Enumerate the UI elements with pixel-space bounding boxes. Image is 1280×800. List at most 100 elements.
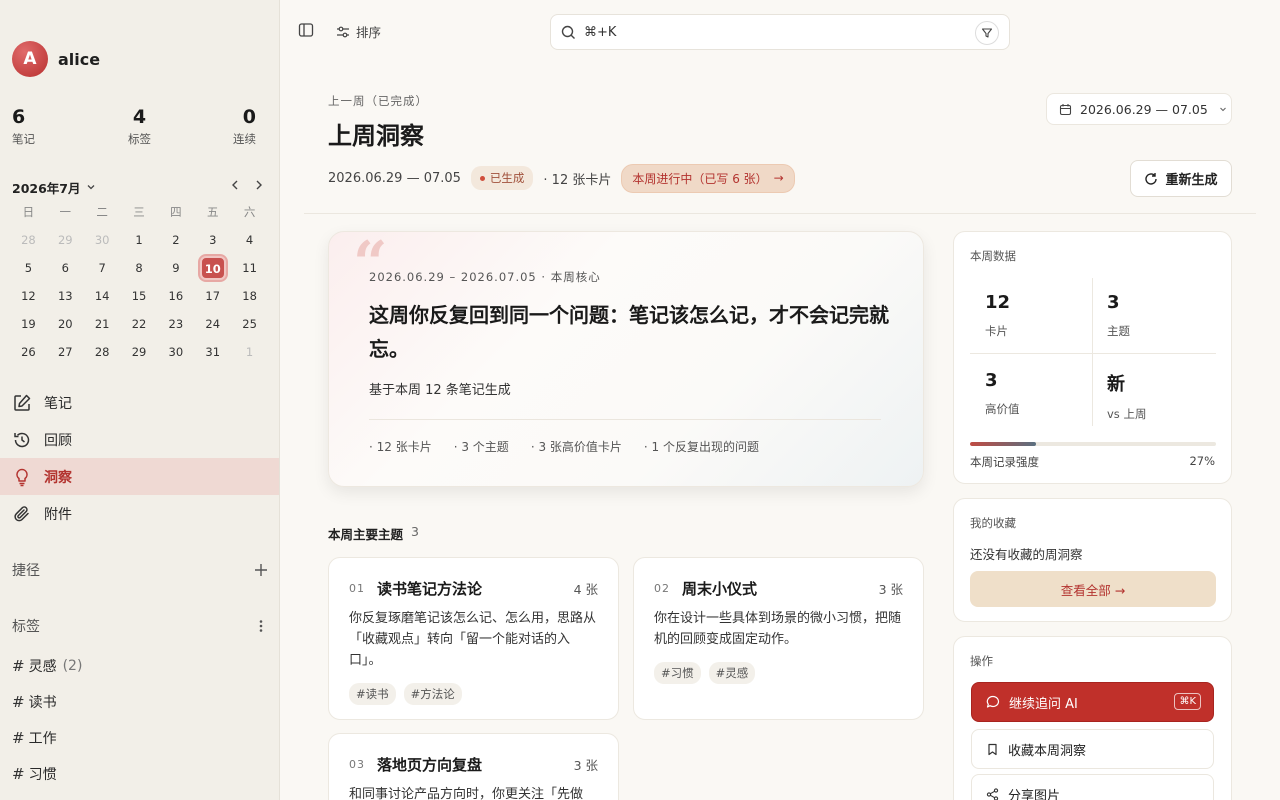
day-number: 1 [135, 233, 143, 247]
nav-item-review[interactable]: 回顾 [0, 421, 279, 458]
sidebar: A alice 6 笔记 4 标签 0 连续 2026年7月 日 一 二 三 四 五 六 2… [0, 0, 280, 800]
regenerate-button[interactable]: 重新生成 [1130, 160, 1232, 197]
ask-ai-button[interactable]: 继续追问 AI ⌘K [971, 682, 1214, 722]
shortcut-badge: ⌘K [1174, 693, 1201, 710]
sidebar-toggle-icon[interactable] [298, 22, 314, 38]
kpi-vs-last-week: 新 vs 上周 [1107, 370, 1146, 422]
day-number: 11 [242, 261, 257, 275]
calendar-day[interactable]: 8 [121, 254, 158, 282]
view-all-button[interactable]: 查看全部 → [970, 571, 1216, 607]
tag-pill[interactable]: #方法论 [403, 683, 462, 705]
weekday-label: 二 [96, 205, 108, 219]
calendar-day[interactable]: 7 [84, 254, 121, 282]
calendar-day[interactable]: 11 [231, 254, 268, 282]
calendar-day[interactable]: 27 [47, 338, 84, 366]
calendar-day[interactable]: 26 [10, 338, 47, 366]
topic-body: 你在设计一些具体到场景的微小习惯，把随机的回顾变成固定动作。 [654, 611, 902, 647]
summary-item: · 1 个反复出现的问题 [643, 440, 759, 454]
user-profile[interactable]: A alice [12, 41, 100, 77]
lightbulb-icon [16, 468, 28, 486]
calendar-day[interactable]: 28 [10, 226, 47, 254]
paperclip-icon [14, 505, 29, 521]
kpi-label: vs 上周 [1107, 407, 1147, 421]
calendar-day[interactable]: 9 [157, 254, 194, 282]
calendar-day[interactable]: 5 [10, 254, 47, 282]
calendar-day[interactable]: 12 [10, 282, 47, 310]
day-number: 12 [21, 289, 36, 303]
calendar-day[interactable]: 21 [84, 310, 121, 338]
tag-pill[interactable]: #习惯 [654, 662, 701, 684]
sort-button[interactable]: 排序 [336, 22, 381, 41]
kpi-topics: 3 主题 [1107, 292, 1130, 339]
search-input[interactable] [584, 24, 964, 40]
tag-list: # 灵感 (2) # 读书 # 工作 # 习惯 [12, 648, 82, 792]
calendar-day[interactable]: 23 [157, 310, 194, 338]
chevron-right-icon[interactable] [252, 178, 266, 192]
calendar-day[interactable]: 6 [47, 254, 84, 282]
calendar-day[interactable]: 13 [47, 282, 84, 310]
calendar-day[interactable]: 1 [231, 338, 268, 366]
weekday-label: 六 [243, 205, 256, 219]
tag-item[interactable]: # 习惯 [12, 756, 82, 792]
date-range-picker[interactable]: 2026.06.29 — 07.05 [1046, 93, 1232, 125]
calendar-day[interactable]: 24 [194, 310, 231, 338]
calendar-day[interactable]: 2 [157, 226, 194, 254]
header-divider [304, 213, 1256, 214]
topic-body: 和同事讨论产品方向时，你更关注「先做 [349, 787, 584, 800]
stat-value: 4 [132, 106, 147, 128]
calendar-day[interactable]: 22 [121, 310, 158, 338]
tag-item[interactable]: # 读书 [12, 684, 82, 720]
calendar-day[interactable]: 16 [157, 282, 194, 310]
status-text: 已生成 [489, 171, 525, 185]
calendar-day[interactable]: 3 [194, 226, 231, 254]
topic-card[interactable]: 01 读书笔记方法论 4 张 你反复琢磨笔记该怎么记、怎么用，思路从「收藏观点」… [328, 557, 619, 720]
plus-icon[interactable] [254, 563, 268, 577]
calendar-day-today[interactable]: 10 [194, 254, 231, 282]
tag-name: 读书 [28, 695, 57, 711]
calendar-header: 2026年7月 [12, 178, 266, 196]
calendar-day[interactable]: 17 [194, 282, 231, 310]
tag-pill[interactable]: #读书 [349, 683, 396, 705]
hero-kicker: 2026.06.29 – 2026.07.05 · 本周核心 [369, 270, 601, 284]
calendar-day[interactable]: 29 [121, 338, 158, 366]
calendar-day[interactable]: 28 [84, 338, 121, 366]
main-nav: 笔记 回顾 洞察 附件 [0, 384, 279, 532]
current-week-link[interactable]: 本周进行中（已写 6 张） → [621, 163, 795, 193]
avatar[interactable]: A [12, 41, 48, 77]
calendar-day[interactable]: 18 [231, 282, 268, 310]
calendar-day[interactable]: 31 [194, 338, 231, 366]
favorite-button[interactable]: 收藏本周洞察 [971, 729, 1214, 769]
actions-card: 操作 继续追问 AI ⌘K 收藏本周洞察 分享图片 [953, 636, 1232, 800]
calendar-day[interactable]: 19 [10, 310, 47, 338]
shortcuts-header: 捷径 [12, 560, 268, 580]
tag-pill[interactable]: #灵感 [708, 662, 756, 684]
calendar-day[interactable]: 20 [47, 310, 84, 338]
calendar-day[interactable]: 15 [121, 282, 158, 310]
calendar-day[interactable]: 30 [84, 226, 121, 254]
day-number: 3 [209, 233, 217, 247]
share-image-button[interactable]: 分享图片 [971, 774, 1214, 800]
tag-item[interactable]: # 工作 [12, 720, 82, 756]
day-number: 19 [21, 317, 36, 331]
calendar-day[interactable]: 1 [121, 226, 158, 254]
chevron-left-icon[interactable] [228, 178, 242, 192]
nav-item-notes[interactable]: 笔记 [0, 384, 279, 421]
calendar-day[interactable]: 14 [84, 282, 121, 310]
filter-button[interactable] [975, 21, 999, 45]
more-vertical-icon[interactable] [254, 619, 268, 633]
topic-title: 落地页方向复盘 [377, 755, 483, 774]
topic-card[interactable]: 02 周末小仪式 3 张 你在设计一些具体到场景的微小习惯，把随机的回顾变成固定… [633, 557, 924, 720]
chevron-down-icon[interactable] [85, 181, 97, 193]
calendar-day[interactable]: 25 [231, 310, 268, 338]
topic-card[interactable]: 03 落地页方向复盘 3 张 和同事讨论产品方向时，你更关注「先做 [328, 733, 619, 800]
calendar-day[interactable]: 4 [231, 226, 268, 254]
calendar-day[interactable]: 30 [157, 338, 194, 366]
tag-item[interactable]: # 灵感 (2) [12, 648, 82, 684]
history-icon [14, 432, 30, 447]
share-icon [986, 787, 999, 800]
kpi-divider [1092, 278, 1093, 426]
nav-item-attachments[interactable]: 附件 [0, 495, 279, 532]
calendar-day[interactable]: 29 [47, 226, 84, 254]
calendar-month[interactable]: 2026年7月 [12, 178, 81, 197]
nav-item-insights[interactable]: 洞察 [0, 458, 279, 495]
